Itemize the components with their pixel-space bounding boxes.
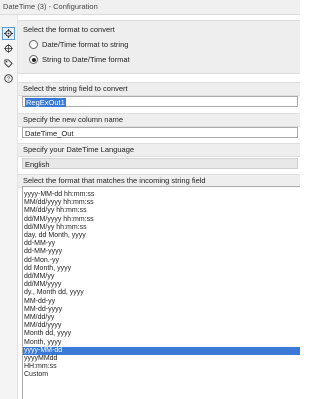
- format-list-item[interactable]: dy., Month dd, yyyy: [23, 289, 300, 297]
- format-list-item[interactable]: MM/dd/yyyy hh:mm:ss: [23, 199, 300, 207]
- string-field-value: RegExOut1: [25, 98, 66, 107]
- format-list-item[interactable]: MM-dd-yy: [23, 298, 300, 306]
- format-list-item[interactable]: Custom: [23, 371, 300, 379]
- format-list-item[interactable]: dd/MM/yy: [23, 273, 300, 281]
- format-list-item[interactable]: MM-dd-yyyy: [23, 306, 300, 314]
- format-list-item[interactable]: yyyy-MM-dd: [23, 346, 300, 355]
- string-field-label: Select the string field to convert: [23, 84, 128, 93]
- target-icon[interactable]: [2, 42, 14, 54]
- format-list-item[interactable]: yyyy-MM-dd hh:mm:ss: [23, 191, 300, 199]
- new-column-value: DateTime_Out: [25, 129, 74, 138]
- format-list-item[interactable]: dd-MM-yy: [23, 240, 300, 248]
- format-list-label: Select the format that matches the incom…: [23, 176, 206, 185]
- format-list-item[interactable]: MM/dd/yy hh:mm:ss: [23, 207, 300, 215]
- language-select[interactable]: English: [22, 158, 298, 169]
- format-list-item[interactable]: HH:mm:ss: [23, 363, 300, 371]
- radio-label: String to Date/Time format: [42, 55, 130, 64]
- format-list-item[interactable]: dd Month, yyyy: [23, 265, 300, 273]
- format-list-item[interactable]: MM/dd/yyyy: [23, 322, 300, 330]
- format-list-item[interactable]: dd/MM/yyyy hh:mm:ss: [23, 216, 300, 224]
- title-bar: DateTime (3) - Configuration: [0, 0, 300, 15]
- format-list-item[interactable]: yyyyMMdd: [23, 355, 300, 363]
- new-column-input[interactable]: DateTime_Out: [22, 127, 298, 138]
- format-list-item[interactable]: dd-Mon.-yy: [23, 257, 300, 265]
- format-list-item[interactable]: MM/dd/yy: [23, 314, 300, 322]
- radio-button[interactable]: [29, 40, 38, 49]
- help-icon[interactable]: ?: [2, 72, 14, 84]
- new-column-label: Specify the new column name: [23, 115, 124, 124]
- format-list-item[interactable]: dd/MM/yy hh:mm:ss: [23, 224, 300, 232]
- format-list-item[interactable]: dd/MM/yyyy: [23, 281, 300, 289]
- format-list-item[interactable]: Month dd, yyyy: [23, 330, 300, 338]
- string-field-select[interactable]: RegExOut1: [22, 96, 298, 107]
- gear-icon[interactable]: [2, 27, 15, 40]
- language-label: Specify your DateTime Language: [23, 145, 135, 154]
- format-list-item[interactable]: Month, yyyy: [23, 339, 300, 347]
- radio-datetime-to-string[interactable]: Date/Time format to string: [29, 40, 128, 49]
- tag-icon[interactable]: [2, 57, 14, 69]
- radio-button-selected[interactable]: [29, 55, 38, 64]
- radio-string-to-datetime[interactable]: String to Date/Time format: [29, 55, 130, 64]
- format-list-item[interactable]: dd-MM-yyyy: [23, 248, 300, 256]
- format-listbox[interactable]: yyyy-MM-dd hh:mm:ss MM/dd/yyyy hh:mm:ss MM…: [22, 186, 300, 399]
- sidebar: ?: [0, 15, 18, 399]
- language-value: English: [25, 160, 50, 169]
- radio-label: Date/Time format to string: [42, 40, 129, 49]
- window-title: DateTime (3) - Configuration: [3, 2, 98, 11]
- format-section-label: Select the format to convert: [23, 25, 115, 34]
- format-list-item[interactable]: day, dd Month, yyyy: [23, 232, 300, 240]
